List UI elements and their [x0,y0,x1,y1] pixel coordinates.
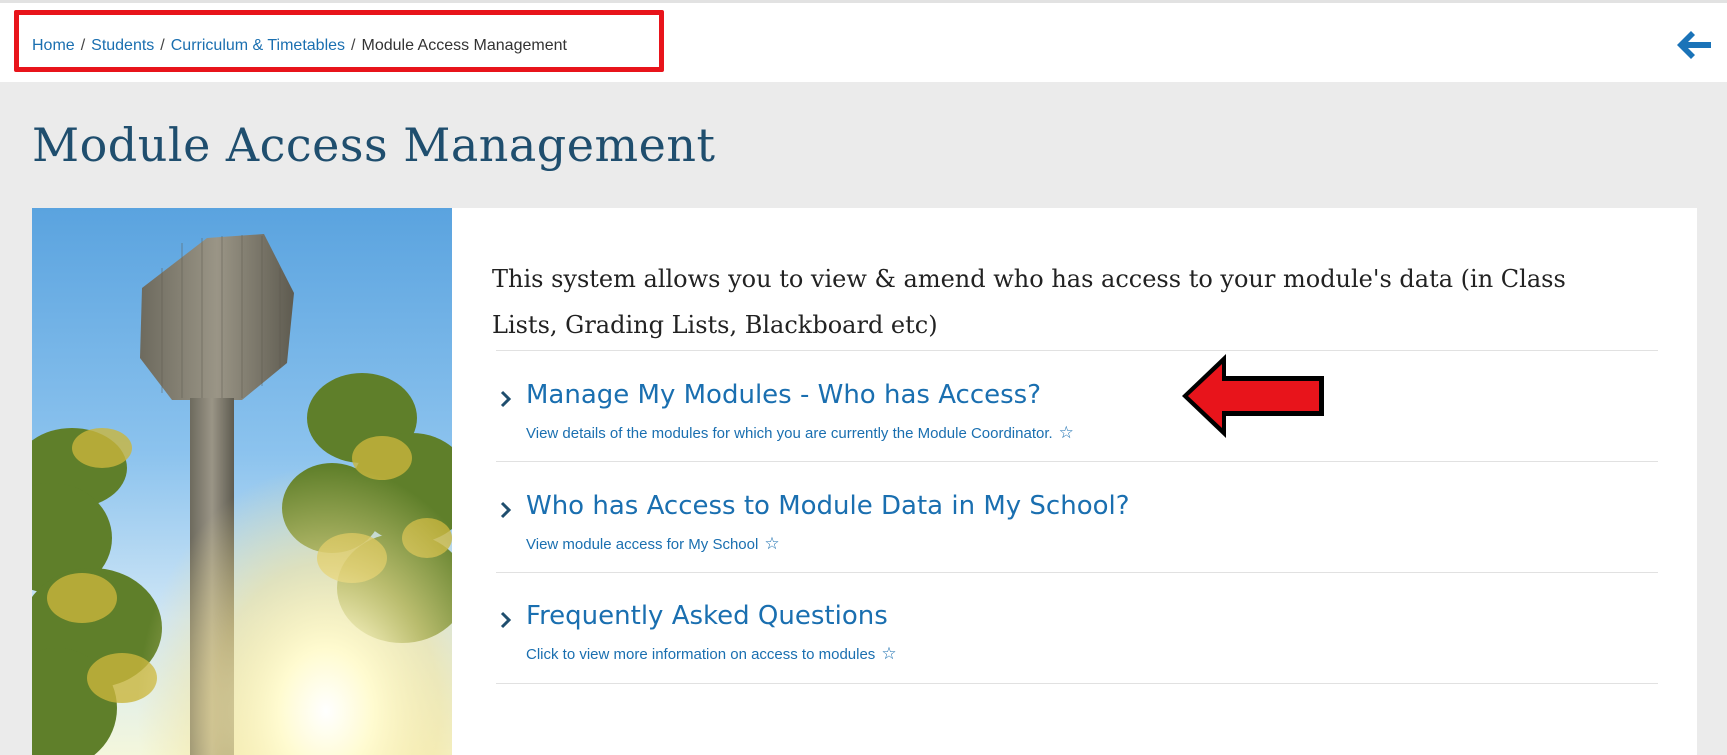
link-description-text: Click to view more information on access… [526,646,876,663]
link-description: Click to view more information on access… [526,644,897,664]
arrow-left-icon[interactable] [1677,30,1711,60]
top-bar: Home / Students / Curriculum & Timetables / Mo… [0,0,1727,82]
star-outline-icon[interactable]: ☆ [764,534,779,553]
divider [496,572,1658,573]
red-arrow-annotation [1182,354,1324,438]
divider [496,683,1658,684]
chevron-right-icon [500,611,512,629]
water-tower-photo [32,208,452,755]
link-description-text: View details of the modules for which yo… [526,425,1053,442]
divider [496,461,1658,462]
intro-text: This system allows you to view & amend w… [492,265,1566,339]
breadcrumb-highlight-box [14,10,664,72]
content-card: This system allows you to view & amend w… [452,208,1697,755]
link-description: View module access for My School ☆ [526,534,780,554]
page-title: Module Access Management [32,118,716,172]
star-outline-icon[interactable]: ☆ [881,644,896,663]
star-outline-icon[interactable]: ☆ [1059,423,1074,442]
link-title[interactable]: Manage My Modules - Who has Access? [526,380,1041,410]
hero-image [32,208,452,755]
link-title[interactable]: Frequently Asked Questions [526,601,888,631]
link-title[interactable]: Who has Access to Module Data in My Scho… [526,491,1130,521]
chevron-right-icon [500,390,512,408]
link-description: View details of the modules for which yo… [526,423,1074,443]
chevron-right-icon [500,501,512,519]
link-description-text: View module access for My School [526,536,759,553]
divider [496,350,1658,351]
